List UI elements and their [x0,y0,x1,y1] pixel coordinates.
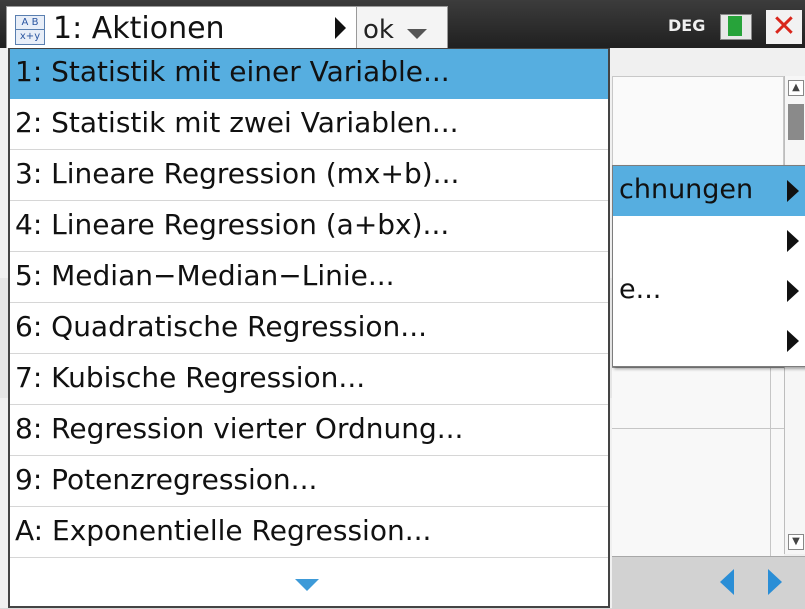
menu-item-cubic-regression[interactable]: 7: Kubische Regression... [10,355,608,405]
menu-item-label: 1: Statistik mit einer Variable... [15,55,450,88]
menu-item-label: 4: Lineare Regression (a+bx)... [15,208,450,241]
menu-item-two-variable-stats[interactable]: 2: Statistik mit zwei Variablen... [10,100,608,150]
background-panel [612,76,784,168]
scroll-up-icon[interactable]: ▲ [788,80,804,96]
submenu-arrow-icon [787,230,799,252]
submenu-arrow-icon [787,280,799,302]
menu-item-linear-regression-abx[interactable]: 4: Lineare Regression (a+bx)... [10,202,608,252]
submenu-arrow-icon [787,330,799,352]
document-tab-label: ok [363,15,394,45]
chevron-down-icon[interactable] [295,579,319,591]
menu-item-label: 2: Statistik mit zwei Variablen... [15,106,459,139]
battery-icon [712,10,760,42]
menu-item-linear-regression-mxb[interactable]: 3: Lineare Regression (mx+b)... [10,151,608,201]
top-bar: A Bx+y 1: Aktionen ok DEG ✕ [0,0,805,49]
arrow-right-icon[interactable] [768,569,782,595]
parent-submenu: chnungen e... [612,165,805,367]
arrow-left-icon[interactable] [720,569,734,595]
menu-item-exponential-regression[interactable]: A: Exponentielle Regression... [10,508,608,558]
submenu-arrow-icon [335,17,346,39]
angle-mode-indicator: DEG [668,16,706,35]
menu-item-label: 5: Median−Median−Linie... [15,259,395,292]
actions-menu: 1: Statistik mit einer Variable... 2: St… [8,48,610,608]
menu-item-label: 3: Lineare Regression (mx+b)... [15,157,460,190]
menu-item-label: 9: Potenzregression... [15,463,318,496]
submenu-item[interactable]: e... [613,266,805,316]
app-tab[interactable]: A Bx+y 1: Aktionen [6,6,358,49]
background-table-area [612,366,784,556]
bottom-nav-bar [612,556,805,609]
menu-item-label: A: Exponentielle Regression... [15,514,432,547]
menu-item-label: 6: Quadratische Regression... [15,310,428,343]
scroll-down-icon[interactable]: ▼ [788,534,804,550]
submenu-item[interactable] [613,216,805,266]
close-icon[interactable]: ✕ [766,10,802,44]
submenu-item-label: chnungen [619,174,754,205]
submenu-item[interactable] [613,316,805,366]
menu-item-quartic-regression[interactable]: 8: Regression vierter Ordnung... [10,406,608,456]
menu-item-quadratic-regression[interactable]: 6: Quadratische Regression... [10,304,608,354]
menu-item-power-regression[interactable]: 9: Potenzregression... [10,457,608,507]
menu-item-label: 8: Regression vierter Ordnung... [15,412,464,445]
submenu-item-label: e... [619,274,662,305]
submenu-arrow-icon [787,180,799,202]
menu-item-one-variable-stats[interactable]: 1: Statistik mit einer Variable... [10,49,608,99]
chevron-down-icon [407,29,427,39]
list-spreadsheet-icon: A Bx+y [15,15,45,45]
document-tab[interactable]: ok [356,6,448,49]
app-tab-title: 1: Aktionen [53,11,225,46]
submenu-item[interactable]: chnungen [613,166,805,216]
scroll-thumb[interactable] [788,104,804,140]
menu-item-median-median-line[interactable]: 5: Median−Median−Linie... [10,253,608,303]
menu-item-label: 7: Kubische Regression... [15,361,366,394]
